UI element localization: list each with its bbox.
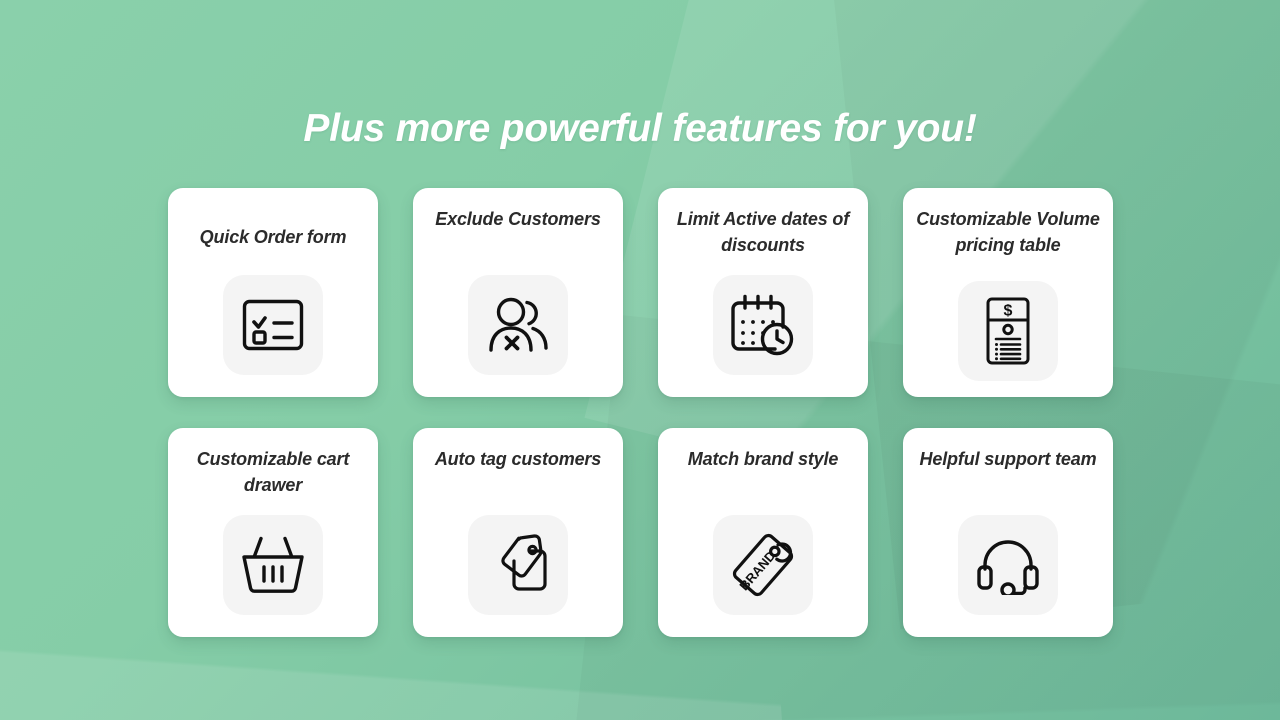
feature-card-match-brand-style[interactable]: Match brand style BRAND [658,428,868,637]
feature-card-title: Exclude Customers [435,209,601,229]
feature-title-box: Helpful support team [915,446,1101,508]
feature-title-box: Exclude Customers [425,206,611,268]
feature-card-title: Quick Order form [199,227,347,247]
feature-card-auto-tag-customers[interactable]: Auto tag customers [413,428,623,637]
feature-title-box: Limit Active dates of discounts [670,206,856,268]
feature-card-title: Customizable cart drawer [196,449,350,495]
feature-card-quick-order-form[interactable]: Quick Order form [168,188,378,397]
feature-title-box: Auto tag customers [425,446,611,508]
feature-card-title: Customizable Volume pricing table [916,209,1100,255]
svg-text:$: $ [1004,303,1013,320]
feature-card-exclude-customers[interactable]: Exclude Customers [413,188,623,397]
price-list-icon: $ [958,281,1058,381]
brand-tag-text: BRAND [736,548,778,593]
calendar-clock-icon [713,275,813,375]
feature-card-volume-pricing-table[interactable]: Customizable Volume pricing table $ [903,188,1113,397]
page-title: Plus more powerful features for you! [303,107,977,151]
feature-card-customizable-cart-drawer[interactable]: Customizable cart drawer [168,428,378,637]
brand-tag-icon: BRAND [713,515,813,615]
double-tag-icon [468,515,568,615]
feature-card-limit-active-dates[interactable]: Limit Active dates of discounts [658,188,868,397]
feature-title-box: Quick Order form [180,206,366,268]
feature-title-box: Customizable cart drawer [180,446,366,508]
headset-support-icon [958,515,1058,615]
shopping-basket-icon [223,515,323,615]
feature-showcase-slide: Plus more powerful features for you! Qui… [0,0,1280,720]
feature-card-title: Auto tag customers [434,449,602,469]
feature-card-title: Helpful support team [919,449,1097,469]
feature-title-box: Match brand style [670,446,856,508]
feature-card-title: Limit Active dates of discounts [676,209,850,255]
feature-card-helpful-support-team[interactable]: Helpful support team [903,428,1113,637]
feature-card-grid: Quick Order form Exclude Customers Limit… [168,188,1114,637]
feature-card-title: Match brand style [687,449,839,469]
users-excluded-icon [468,275,568,375]
order-form-checklist-icon [223,275,323,375]
